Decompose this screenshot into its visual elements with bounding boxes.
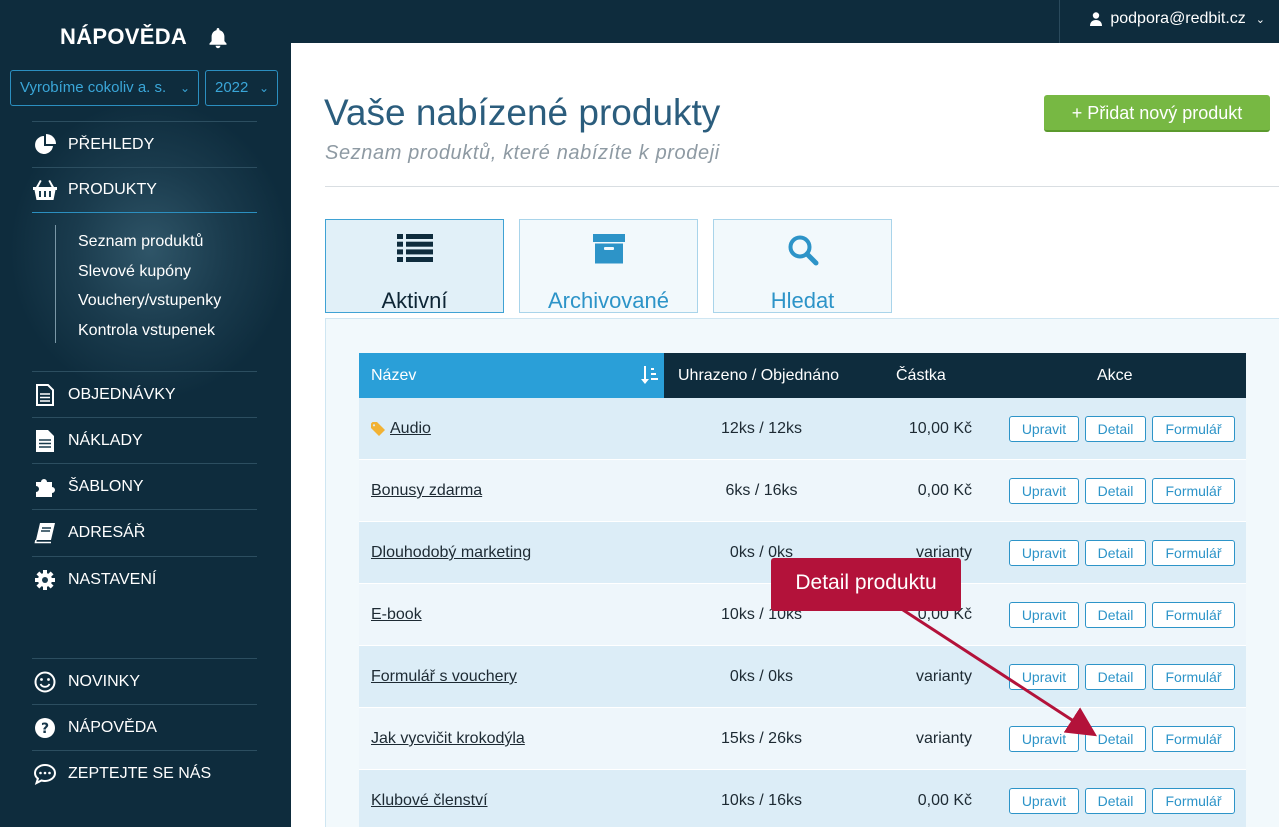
tab-active[interactable]: Aktivní xyxy=(325,219,504,313)
page-subtitle: Seznam produktů, které nabízíte k prodej… xyxy=(325,142,720,164)
top-bar: podpora@redbit.cz ⌄ xyxy=(291,0,1279,43)
sort-icon xyxy=(641,366,658,384)
paid-ordered-cell: 0ks / 0ks xyxy=(729,668,794,685)
year-select[interactable]: 2022 ⌄ xyxy=(205,70,278,106)
product-name-link[interactable]: Klubové členství xyxy=(371,770,488,827)
document-icon xyxy=(32,383,58,407)
add-product-button[interactable]: + Přidat nový produkt xyxy=(1044,95,1270,132)
edit-button[interactable]: Upravit xyxy=(1009,788,1079,814)
amount-cell: varianty xyxy=(915,668,972,685)
tag-icon xyxy=(371,422,385,436)
submenu-kontrola-vstupenek[interactable]: Kontrola vstupenek xyxy=(78,314,221,344)
submenu-slevove-kupony[interactable]: Slevové kupóny xyxy=(78,255,221,285)
detail-button[interactable]: Detail xyxy=(1085,602,1146,628)
chat-icon xyxy=(32,762,58,786)
smile-icon xyxy=(32,670,58,694)
chevron-down-icon: ⌄ xyxy=(258,81,269,95)
form-button[interactable]: Formulář xyxy=(1152,788,1235,814)
edit-button[interactable]: Upravit xyxy=(1009,726,1079,752)
basket-icon xyxy=(32,178,58,202)
nav-prehledy[interactable]: PŘEHLEDY xyxy=(32,121,257,167)
tab-search[interactable]: Hledat xyxy=(713,219,892,313)
detail-button[interactable]: Detail xyxy=(1085,416,1146,442)
form-button[interactable]: Formulář xyxy=(1152,416,1235,442)
product-name-link[interactable]: Formulář s vouchery xyxy=(371,646,517,708)
page-title: Vaše nabízené produkty xyxy=(324,92,721,133)
list-icon xyxy=(326,234,503,268)
sidebar: NÁPOVĚDA Vyrobíme cokoliv a. s. ⌄ 2022 ⌄… xyxy=(0,0,291,827)
nav-sablony[interactable]: ŠABLONY xyxy=(32,463,257,509)
gear-icon xyxy=(32,568,58,592)
chevron-down-icon: ⌄ xyxy=(175,71,190,105)
user-menu[interactable]: podpora@redbit.cz ⌄ xyxy=(1090,10,1265,28)
submenu-seznam-produktu[interactable]: Seznam produktů xyxy=(78,225,221,255)
nav-nastaveni[interactable]: NASTAVENÍ xyxy=(32,556,257,602)
archive-icon xyxy=(520,234,697,268)
nav-produkty[interactable]: PRODUKTY xyxy=(32,167,257,213)
detail-button[interactable]: Detail xyxy=(1085,664,1146,690)
question-circle-icon: ? xyxy=(32,716,58,740)
amount-cell: varianty xyxy=(915,730,972,747)
nav-objednavky[interactable]: OBJEDNÁVKY xyxy=(32,371,257,417)
table-header: Název Uhrazeno / Objednáno Částka Akce xyxy=(359,353,1246,398)
nav-napoveda[interactable]: ? NÁPOVĚDA xyxy=(32,704,257,750)
column-actions-header: Akce xyxy=(1097,367,1133,384)
form-button[interactable]: Formulář xyxy=(1152,478,1235,504)
form-button[interactable]: Formulář xyxy=(1152,540,1235,566)
callout-detail-produktu: Detail produktu xyxy=(771,558,961,611)
nav-adresar[interactable]: ADRESÁŘ xyxy=(32,509,257,555)
edit-button[interactable]: Upravit xyxy=(1009,416,1079,442)
product-name-link[interactable]: Audio xyxy=(371,398,431,460)
nav-novinky[interactable]: NOVINKY xyxy=(32,658,257,704)
edit-button[interactable]: Upravit xyxy=(1009,478,1079,504)
edit-button[interactable]: Upravit xyxy=(1009,602,1079,628)
submenu-vouchery[interactable]: Vouchery/vstupenky xyxy=(78,284,221,314)
table-row: Bonusy zdarma 6ks / 16ks 0,00 Kč Upravit Det… xyxy=(359,460,1246,522)
amount-cell: 10,00 Kč xyxy=(908,420,972,437)
nav-zeptejte[interactable]: ZEPTEJTE SE NÁS xyxy=(32,750,257,796)
tab-archived[interactable]: Archivované xyxy=(519,219,698,313)
column-paid-header: Uhrazeno / Objednáno xyxy=(678,367,839,384)
brand-title: NÁPOVĚDA xyxy=(60,24,188,49)
bell-icon[interactable] xyxy=(206,26,230,50)
user-icon xyxy=(1090,12,1103,26)
table-row: Formulář s vouchery 0ks / 0ks varianty Upra… xyxy=(359,646,1246,708)
form-button[interactable]: Formulář xyxy=(1152,726,1235,752)
search-icon xyxy=(714,234,891,268)
product-name-link[interactable]: Dlouhodobý marketing xyxy=(371,522,531,584)
detail-button[interactable]: Detail xyxy=(1085,540,1146,566)
table-row: Jak vycvičit krokodýla 15ks / 26ks variant… xyxy=(359,708,1246,770)
file-text-icon xyxy=(32,429,58,453)
form-button[interactable]: Formulář xyxy=(1152,664,1235,690)
form-button[interactable]: Formulář xyxy=(1152,602,1235,628)
pie-chart-icon xyxy=(32,133,58,157)
column-name-header[interactable]: Název xyxy=(359,353,664,398)
edit-button[interactable]: Upravit xyxy=(1009,664,1079,690)
paid-ordered-cell: 12ks / 12ks xyxy=(721,420,802,437)
header-divider xyxy=(325,186,1279,187)
detail-button[interactable]: Detail xyxy=(1085,726,1146,752)
table-row: Klubové členství 10ks / 16ks 0,00 Kč Upravi… xyxy=(359,770,1246,827)
book-icon xyxy=(32,521,58,545)
detail-button[interactable]: Detail xyxy=(1085,478,1146,504)
product-name-link[interactable]: Bonusy zdarma xyxy=(371,460,482,522)
topbar-divider xyxy=(1059,0,1060,43)
amount-cell: 0,00 Kč xyxy=(917,482,972,499)
product-name-link[interactable]: Jak vycvičit krokodýla xyxy=(371,708,525,770)
paid-ordered-cell: 15ks / 26ks xyxy=(721,730,802,747)
edit-button[interactable]: Upravit xyxy=(1009,540,1079,566)
puzzle-icon xyxy=(32,475,58,499)
column-amount-header: Částka xyxy=(896,367,946,384)
paid-ordered-cell: 10ks / 16ks xyxy=(721,792,802,809)
paid-ordered-cell: 6ks / 16ks xyxy=(725,482,798,499)
product-name-link[interactable]: E-book xyxy=(371,584,422,646)
nav-naklady[interactable]: NÁKLADY xyxy=(32,417,257,463)
svg-text:?: ? xyxy=(41,721,49,737)
chevron-down-icon: ⌄ xyxy=(1255,13,1265,26)
products-submenu: Seznam produktů Slevové kupóny Vouchery/… xyxy=(55,225,221,343)
company-select[interactable]: Vyrobíme cokoliv a. s. ⌄ xyxy=(10,70,199,106)
detail-button[interactable]: Detail xyxy=(1085,788,1146,814)
table-row: Audio 12ks / 12ks 10,00 Kč Upravit Detail For… xyxy=(359,398,1246,460)
amount-cell: 0,00 Kč xyxy=(917,792,972,809)
